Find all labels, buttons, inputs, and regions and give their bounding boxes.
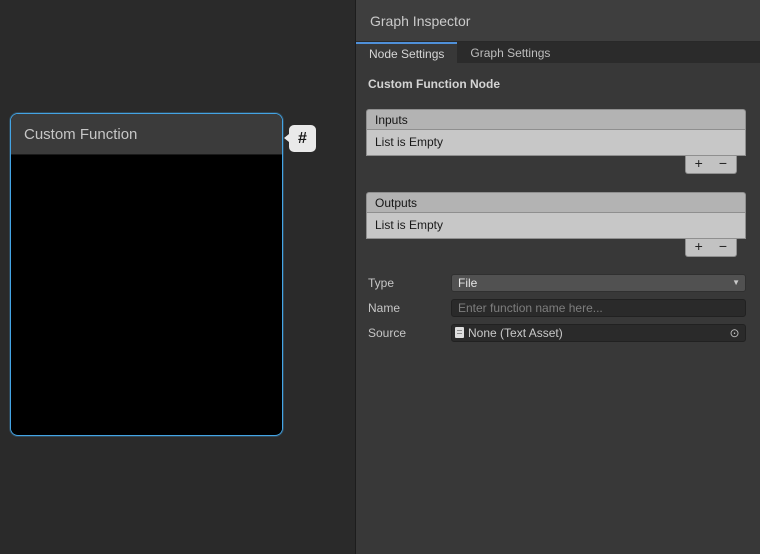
inspector-tab-bar: Node Settings Graph Settings [356, 42, 760, 63]
type-dropdown-value: File [458, 276, 477, 290]
hash-badge-icon[interactable]: # [289, 125, 316, 152]
outputs-list: Outputs List is Empty + − [366, 192, 746, 257]
outputs-list-footer: + − [366, 239, 746, 257]
name-field-row: Name [368, 298, 746, 317]
type-dropdown[interactable]: File ▼ [451, 274, 746, 292]
node-body [11, 155, 282, 434]
outputs-footer-bar: + − [685, 239, 737, 257]
inputs-list-footer: + − [366, 156, 746, 174]
hash-badge-label: # [298, 130, 307, 148]
object-picker-icon[interactable]: ⊙ [727, 325, 742, 341]
graph-inspector-panel: Graph Inspector Node Settings Graph Sett… [355, 0, 760, 554]
chevron-down-icon: ▼ [732, 278, 740, 287]
node-settings-content: Custom Function Node Inputs List is Empt… [356, 77, 760, 342]
tab-node-settings[interactable]: Node Settings [356, 42, 457, 63]
node-title: Custom Function [11, 114, 282, 155]
outputs-add-button[interactable]: + [695, 239, 703, 254]
inputs-add-button[interactable]: + [695, 156, 703, 171]
outputs-list-header: Outputs [366, 192, 746, 212]
inputs-empty-row: List is Empty [366, 129, 746, 156]
outputs-empty-row: List is Empty [366, 212, 746, 239]
inputs-list-header: Inputs [366, 109, 746, 129]
source-object-value: None (Text Asset) [468, 326, 563, 340]
source-object-field[interactable]: None (Text Asset) ⊙ [451, 324, 746, 342]
function-name-input[interactable] [451, 299, 746, 317]
inputs-footer-bar: + − [685, 156, 737, 174]
tab-graph-settings[interactable]: Graph Settings [457, 42, 563, 63]
text-asset-icon [455, 327, 464, 338]
type-field-row: Type File ▼ [368, 273, 746, 292]
name-label: Name [368, 301, 451, 315]
outputs-remove-button[interactable]: − [719, 239, 727, 254]
inputs-remove-button[interactable]: − [719, 156, 727, 171]
custom-function-node[interactable]: Custom Function [10, 113, 283, 436]
source-label: Source [368, 326, 451, 340]
inspector-title: Graph Inspector [356, 0, 760, 42]
type-label: Type [368, 276, 451, 290]
section-title: Custom Function Node [368, 77, 746, 91]
source-field-row: Source None (Text Asset) ⊙ [368, 323, 746, 342]
shader-graph-canvas[interactable]: Custom Function # [0, 0, 355, 554]
inputs-list: Inputs List is Empty + − [366, 109, 746, 174]
